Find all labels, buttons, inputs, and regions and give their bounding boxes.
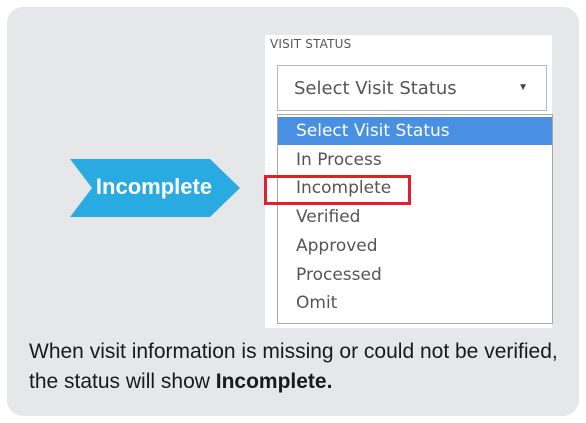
select-current-value: Select Visit Status bbox=[294, 78, 457, 99]
visit-status-select[interactable]: Select Visit Status ▼ bbox=[277, 65, 547, 111]
option-approved[interactable]: Approved bbox=[278, 232, 552, 260]
option-select-visit-status[interactable]: Select Visit Status bbox=[278, 117, 552, 145]
caption-text: When visit information is missing or cou… bbox=[29, 337, 569, 397]
option-verified[interactable]: Verified bbox=[278, 203, 552, 231]
chevron-down-icon: ▼ bbox=[518, 82, 528, 93]
option-processed[interactable]: Processed bbox=[278, 261, 552, 289]
visit-status-label: VISIT STATUS bbox=[270, 37, 352, 51]
option-in-process[interactable]: In Process bbox=[278, 146, 552, 174]
incomplete-highlight-box bbox=[264, 175, 411, 205]
caption-emphasis: Incomplete. bbox=[215, 370, 333, 393]
option-omit[interactable]: Omit bbox=[278, 289, 552, 317]
visit-status-dropdown: Select Visit Status In Process Incomplet… bbox=[277, 114, 553, 324]
callout-label: Incomplete bbox=[95, 174, 213, 199]
